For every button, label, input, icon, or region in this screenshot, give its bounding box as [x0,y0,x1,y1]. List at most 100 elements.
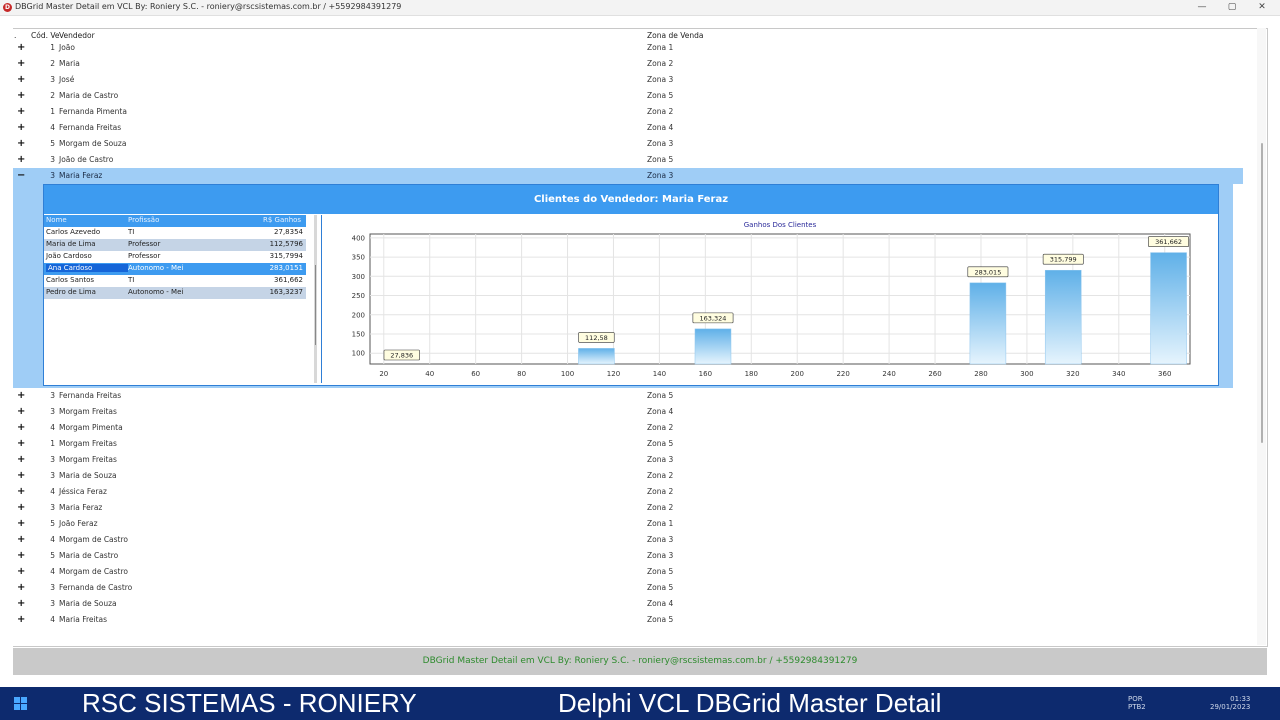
table-row[interactable]: +1 João Zona 1 [13,40,1243,56]
expand-icon[interactable]: + [17,551,25,561]
expand-icon[interactable]: + [17,503,25,513]
expand-icon[interactable]: + [17,155,25,165]
detail-cell-ganhos: 283,0151 [269,264,303,272]
cell-cod: 3 [50,599,55,608]
expand-icon[interactable]: + [17,583,25,593]
table-row[interactable]: +4 Morgam de Castro Zona 5 [13,564,1243,580]
chart-bar [1150,252,1187,365]
windows-start-icon[interactable] [14,697,28,711]
expand-icon[interactable]: + [17,75,25,85]
chart-panel: Ganhos Dos Clientes 20 40 60 80 100 120 140 160 1… [321,215,1218,383]
expand-icon[interactable]: + [17,535,25,545]
column-header-cod[interactable]: Cód. Ve [31,31,60,40]
table-row[interactable]: +1 Morgam Freitas Zona 5 [13,436,1243,452]
table-row[interactable]: +3 Morgam Freitas Zona 3 [13,452,1243,468]
cell-zona: Zona 2 [647,503,674,512]
cell-vendedor: Maria [59,59,80,68]
expand-icon[interactable]: + [17,107,25,117]
expand-icon[interactable]: + [17,519,25,529]
scrollbar-thumb[interactable] [1261,143,1263,443]
table-row[interactable]: +3 Fernanda Freitas Zona 5 [13,388,1243,404]
table-row[interactable]: +4 Fernanda Freitas Zona 4 [13,120,1243,136]
detail-header-profissao[interactable]: Profissão [128,216,159,224]
detail-cell-nome: João Cardoso [46,252,92,260]
x-tick-label: 60 [471,370,480,378]
column-header-zona[interactable]: Zona de Venda [647,31,704,40]
cell-zona: Zona 5 [647,615,674,624]
detail-row[interactable]: Carlos Azevedo TI 27,8354 [44,227,306,239]
table-row[interactable]: +4 Morgam Pimenta Zona 2 [13,420,1243,436]
chart-bar [578,348,615,365]
cell-vendedor: João [59,43,75,52]
cell-cod: 2 [50,59,55,68]
language-indicator[interactable]: POR PTB2 [1128,695,1146,711]
detail-cell-profissao: TI [128,276,135,284]
table-row[interactable]: +3 Maria de Souza Zona 4 [13,596,1243,612]
cell-cod: 4 [50,123,55,132]
cell-zona: Zona 4 [647,599,674,608]
cell-cod: 5 [50,139,55,148]
detail-row[interactable]: Pedro de Lima Autonomo - Mei 163,3237 [44,287,306,299]
expand-icon[interactable]: + [17,59,25,69]
table-row[interactable]: +3 Fernanda de Castro Zona 5 [13,580,1243,596]
table-row[interactable]: +4 Morgam de Castro Zona 3 [13,532,1243,548]
x-tick-label: 180 [745,370,758,378]
column-header-vendedor[interactable]: Vendedor [59,31,95,40]
cell-cod: 2 [50,91,55,100]
table-row[interactable]: +4 Jéssica Feraz Zona 2 [13,484,1243,500]
chart-bar [1044,269,1082,365]
collapse-icon[interactable]: − [17,171,25,181]
detail-row[interactable]: Carlos Santos TI 361,662 [44,275,306,287]
expand-icon[interactable]: + [17,391,25,401]
cell-cod: 5 [50,551,55,560]
detail-cell-profissao: Autonomo - Mei [128,288,184,296]
table-row[interactable]: +1 Fernanda Pimenta Zona 2 [13,104,1243,120]
detail-cell-nome: Carlos Santos [46,276,94,284]
table-row[interactable]: +3 Morgam Freitas Zona 4 [13,404,1243,420]
detail-scrollbar-thumb[interactable] [315,265,316,345]
table-row[interactable]: +3 João de Castro Zona 5 [13,152,1243,168]
expand-icon[interactable]: + [17,123,25,133]
cell-vendedor: Morgam Freitas [59,455,117,464]
table-row[interactable]: +2 Maria Zona 2 [13,56,1243,72]
detail-cell-profissao: Professor [128,240,161,248]
maximize-icon[interactable]: ▢ [1222,1,1242,13]
table-row[interactable]: +4 Maria Freitas Zona 5 [13,612,1243,628]
table-row[interactable]: +3 Maria de Souza Zona 2 [13,468,1243,484]
table-row[interactable]: +2 Maria de Castro Zona 5 [13,88,1243,104]
expand-icon[interactable]: + [17,407,25,417]
table-row[interactable]: +3 Maria Feraz Zona 2 [13,500,1243,516]
expand-icon[interactable]: + [17,139,25,149]
detail-header-nome[interactable]: Nome [46,216,67,224]
minimize-icon[interactable]: — [1192,1,1212,13]
close-icon[interactable]: ✕ [1252,1,1272,13]
cell-zona: Zona 5 [647,583,674,592]
clock-date: 29/01/2023 [1210,703,1251,711]
detail-row[interactable]: Ana Cardoso Autonomo - Mei 283,0151 [44,263,306,275]
expand-icon[interactable]: + [17,423,25,433]
expand-icon[interactable]: + [17,471,25,481]
expand-icon[interactable]: + [17,567,25,577]
cell-vendedor: Maria Feraz [59,171,103,180]
table-row[interactable]: +5 Maria de Castro Zona 3 [13,548,1243,564]
table-row[interactable]: +5 Morgam de Souza Zona 3 [13,136,1243,152]
detail-row[interactable]: Maria de Lima Professor 112,5796 [44,239,306,251]
clock[interactable]: 01:33 29/01/2023 [1210,695,1250,711]
cell-zona: Zona 3 [647,139,674,148]
table-row[interactable]: +3 José Zona 3 [13,72,1243,88]
table-row[interactable]: +5 João Feraz Zona 1 [13,516,1243,532]
expand-icon[interactable]: + [17,487,25,497]
clock-time: 01:33 [1230,695,1251,703]
detail-row[interactable]: João Cardoso Professor 315,7994 [44,251,306,263]
table-row-selected[interactable]: − 3 Maria Feraz Zona 3 [13,168,1243,184]
expand-icon[interactable]: + [17,439,25,449]
detail-header-ganhos[interactable]: R$ Ganhos [263,216,301,224]
expand-icon[interactable]: + [17,599,25,609]
cell-vendedor: Fernanda Pimenta [59,107,127,116]
expand-icon[interactable]: + [17,455,25,465]
data-label: 283,015 [974,268,1001,276]
cell-vendedor: Maria de Souza [59,599,117,608]
expand-icon[interactable]: + [17,43,25,53]
expand-icon[interactable]: + [17,615,25,625]
expand-icon[interactable]: + [17,91,25,101]
